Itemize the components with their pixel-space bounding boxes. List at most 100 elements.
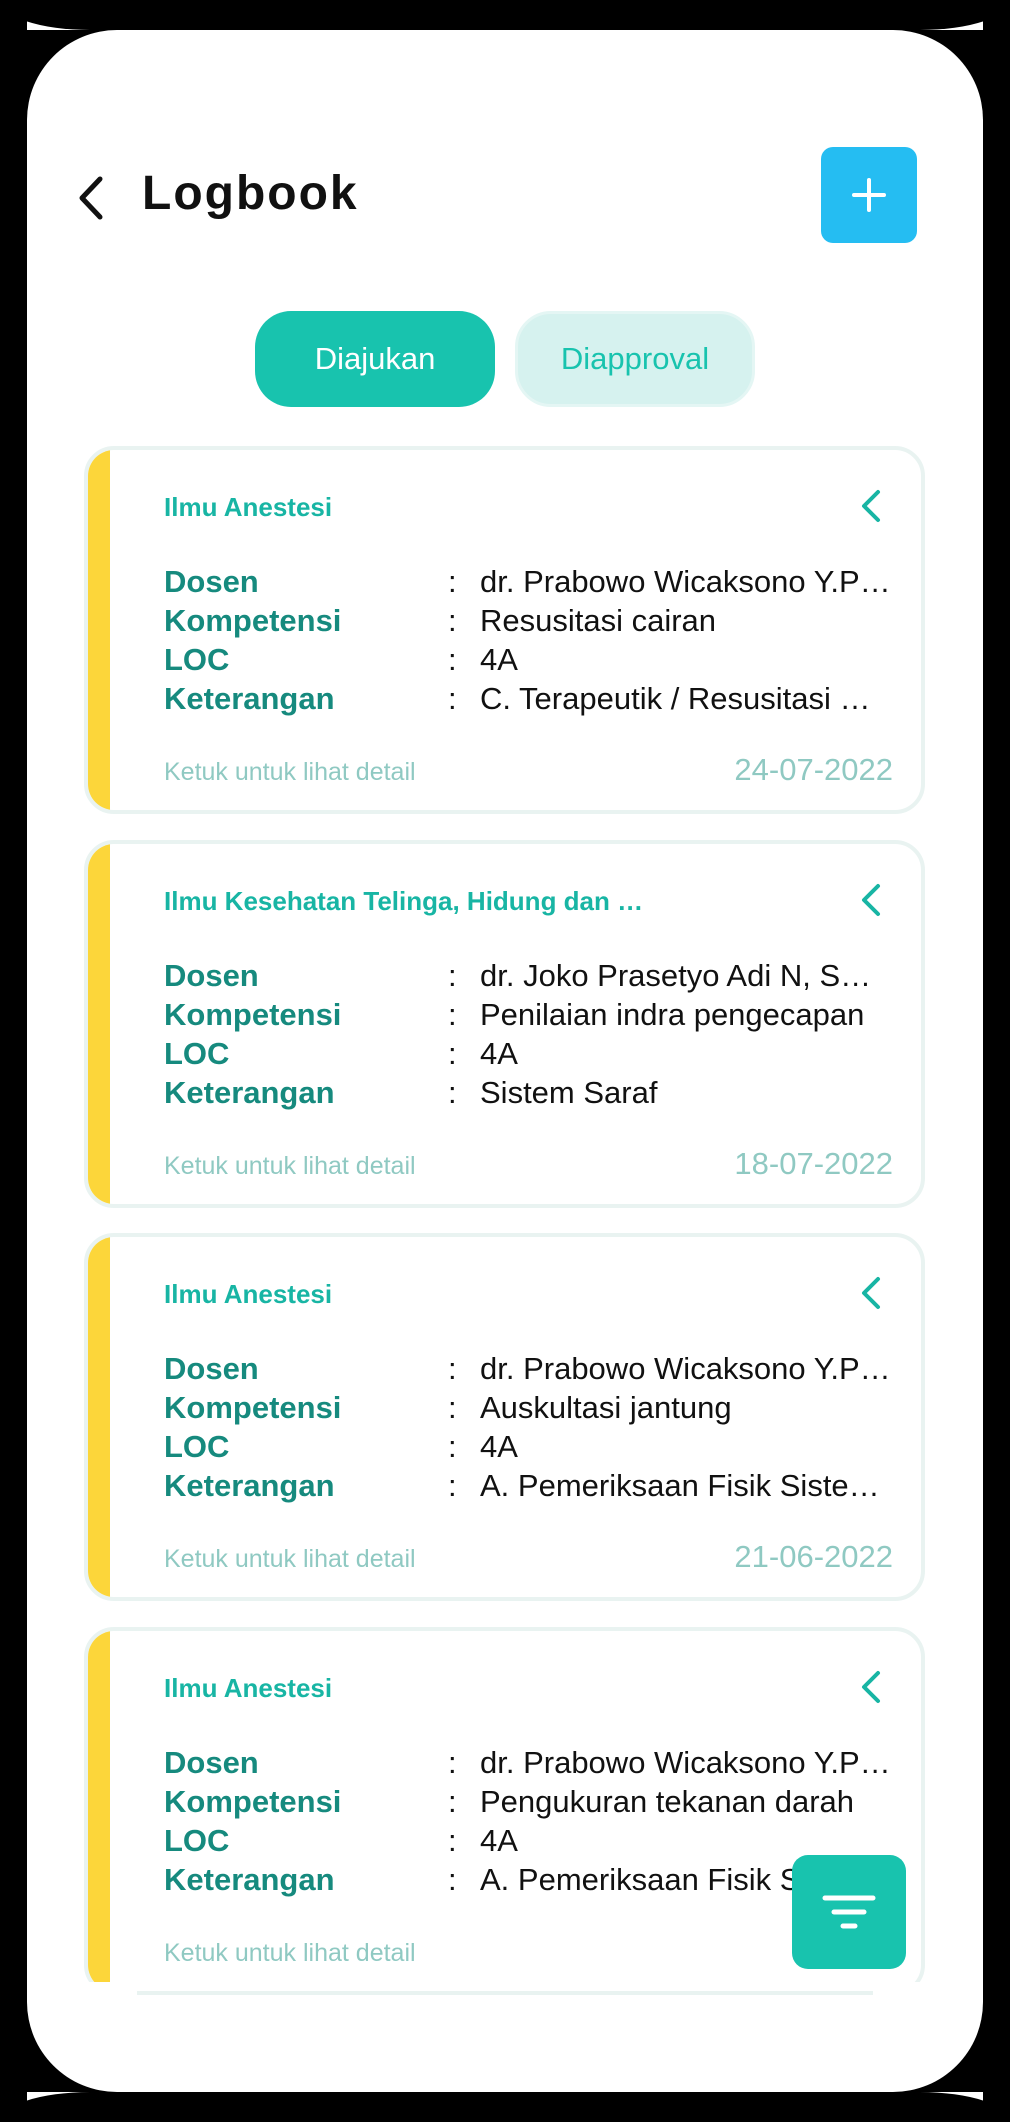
row-kompetensi: Kompetensi : Penilaian indra pengecapan	[164, 997, 904, 1036]
dosen-label: Dosen	[164, 958, 259, 993]
device-corner	[873, 1982, 983, 2092]
card-details: Dosen : dr. Joko Prasetyo Adi N, S… Komp…	[164, 958, 904, 1114]
colon: :	[448, 1429, 457, 1464]
loc-label: LOC	[164, 642, 230, 677]
card-subject: Ilmu Anestesi	[164, 492, 333, 522]
row-keterangan: Keterangan : Sistem Saraf	[164, 1075, 904, 1114]
device-frame-bottom	[0, 2092, 1010, 2122]
colon: :	[448, 603, 457, 638]
dosen-label: Dosen	[164, 564, 259, 599]
dosen-value: dr. Prabowo Wicaksono Y.P…	[480, 1351, 891, 1386]
colon: :	[448, 1468, 457, 1503]
device-frame-top	[0, 0, 1010, 30]
device-corner	[27, 1982, 137, 2092]
dosen-value: dr. Prabowo Wicaksono Y.P…	[480, 1745, 891, 1780]
keterangan-label: Keterangan	[164, 1075, 335, 1110]
kompetensi-value: Pengukuran tekanan darah	[480, 1784, 855, 1819]
loc-label: LOC	[164, 1823, 230, 1858]
colon: :	[448, 958, 457, 993]
dosen-label: Dosen	[164, 1351, 259, 1386]
row-loc: LOC : 4A	[164, 1036, 904, 1075]
card-accent-bar	[88, 1631, 110, 1991]
chevron-left-icon	[79, 176, 103, 220]
row-dosen: Dosen : dr. Prabowo Wicaksono Y.P…	[164, 564, 904, 603]
keterangan-value: Sistem Saraf	[480, 1075, 658, 1110]
dosen-value: dr. Joko Prasetyo Adi N, S…	[480, 958, 872, 993]
detail-hint: Ketuk untuk lihat detail	[164, 1152, 416, 1180]
logbook-card[interactable]: Ilmu Kesehatan Telinga, Hidung dan … Dos…	[84, 840, 925, 1208]
device-corner	[873, 30, 983, 140]
dosen-value: dr. Prabowo Wicaksono Y.P…	[480, 564, 891, 599]
colon: :	[448, 1036, 457, 1071]
keterangan-label: Keterangan	[164, 681, 335, 716]
app-screen: Logbook Diajukan Diapproval Ilmu Anestes…	[27, 0, 983, 2122]
back-button[interactable]	[61, 168, 121, 228]
card-accent-bar	[88, 844, 110, 1204]
colon: :	[448, 564, 457, 599]
chevron-left-icon[interactable]	[852, 1273, 892, 1313]
row-kompetensi: Kompetensi : Resusitasi cairan	[164, 603, 904, 642]
kompetensi-label: Kompetensi	[164, 997, 342, 1032]
loc-value: 4A	[480, 1036, 518, 1071]
row-loc: LOC : 4A	[164, 1823, 904, 1862]
chevron-left-icon[interactable]	[852, 1667, 892, 1707]
card-date: 18-07-2022	[734, 1146, 893, 1181]
card-details: Dosen : dr. Prabowo Wicaksono Y.P… Kompe…	[164, 564, 904, 720]
kompetensi-value: Penilaian indra pengecapan	[480, 997, 865, 1032]
keterangan-value: C. Terapeutik / Resusitasi …	[480, 681, 871, 716]
loc-value: 4A	[480, 1823, 518, 1858]
detail-hint: Ketuk untuk lihat detail	[164, 1545, 416, 1573]
loc-label: LOC	[164, 1429, 230, 1464]
filter-button[interactable]	[792, 1855, 906, 1969]
colon: :	[448, 1823, 457, 1858]
dosen-label: Dosen	[164, 1745, 259, 1780]
card-accent-bar	[88, 1237, 110, 1597]
row-loc: LOC : 4A	[164, 642, 904, 681]
row-dosen: Dosen : dr. Prabowo Wicaksono Y.P…	[164, 1745, 904, 1784]
colon: :	[448, 681, 457, 716]
row-loc: LOC : 4A	[164, 1429, 904, 1468]
device-corner	[27, 30, 137, 140]
detail-hint: Ketuk untuk lihat detail	[164, 1939, 416, 1967]
colon: :	[448, 1075, 457, 1110]
kompetensi-label: Kompetensi	[164, 603, 342, 638]
plus-icon	[852, 178, 886, 212]
chevron-left-icon[interactable]	[852, 486, 892, 526]
keterangan-label: Keterangan	[164, 1468, 335, 1503]
app-header: Logbook	[27, 130, 983, 260]
card-subject: Ilmu Kesehatan Telinga, Hidung dan …	[164, 886, 644, 916]
add-logbook-button[interactable]	[821, 147, 917, 243]
card-details: Dosen : dr. Prabowo Wicaksono Y.P… Kompe…	[164, 1351, 904, 1507]
colon: :	[448, 1351, 457, 1386]
tab-diapproval[interactable]: Diapproval	[515, 311, 755, 407]
kompetensi-label: Kompetensi	[164, 1390, 342, 1425]
colon: :	[448, 642, 457, 677]
colon: :	[448, 1390, 457, 1425]
logbook-card[interactable]: Ilmu Anestesi Dosen : dr. Prabowo Wicaks…	[84, 1233, 925, 1601]
card-accent-bar	[88, 450, 110, 810]
status-tabs: Diajukan Diapproval	[27, 311, 983, 407]
row-kompetensi: Kompetensi : Pengukuran tekanan darah	[164, 1784, 904, 1823]
colon: :	[448, 1745, 457, 1780]
card-subject: Ilmu Anestesi	[164, 1279, 333, 1309]
chevron-left-icon[interactable]	[852, 880, 892, 920]
card-date: 21-06-2022	[734, 1539, 893, 1574]
kompetensi-value: Resusitasi cairan	[480, 603, 717, 638]
filter-icon	[822, 1895, 876, 1929]
row-dosen: Dosen : dr. Prabowo Wicaksono Y.P…	[164, 1351, 904, 1390]
keterangan-label: Keterangan	[164, 1862, 335, 1897]
card-subject: Ilmu Anestesi	[164, 1673, 333, 1703]
loc-label: LOC	[164, 1036, 230, 1071]
card-date: 24-07-2022	[734, 752, 893, 787]
logbook-card[interactable]: Ilmu Anestesi Dosen : dr. Prabowo Wicaks…	[84, 446, 925, 814]
kompetensi-label: Kompetensi	[164, 1784, 342, 1819]
colon: :	[448, 997, 457, 1032]
row-kompetensi: Kompetensi : Auskultasi jantung	[164, 1390, 904, 1429]
row-dosen: Dosen : dr. Joko Prasetyo Adi N, S…	[164, 958, 904, 997]
keterangan-value: A. Pemeriksaan Fisik Siste…	[480, 1468, 880, 1503]
tab-diajukan[interactable]: Diajukan	[255, 311, 495, 407]
row-keterangan: Keterangan : A. Pemeriksaan Fisik Siste…	[164, 1468, 904, 1507]
loc-value: 4A	[480, 1429, 518, 1464]
page-title: Logbook	[142, 167, 359, 220]
colon: :	[448, 1784, 457, 1819]
